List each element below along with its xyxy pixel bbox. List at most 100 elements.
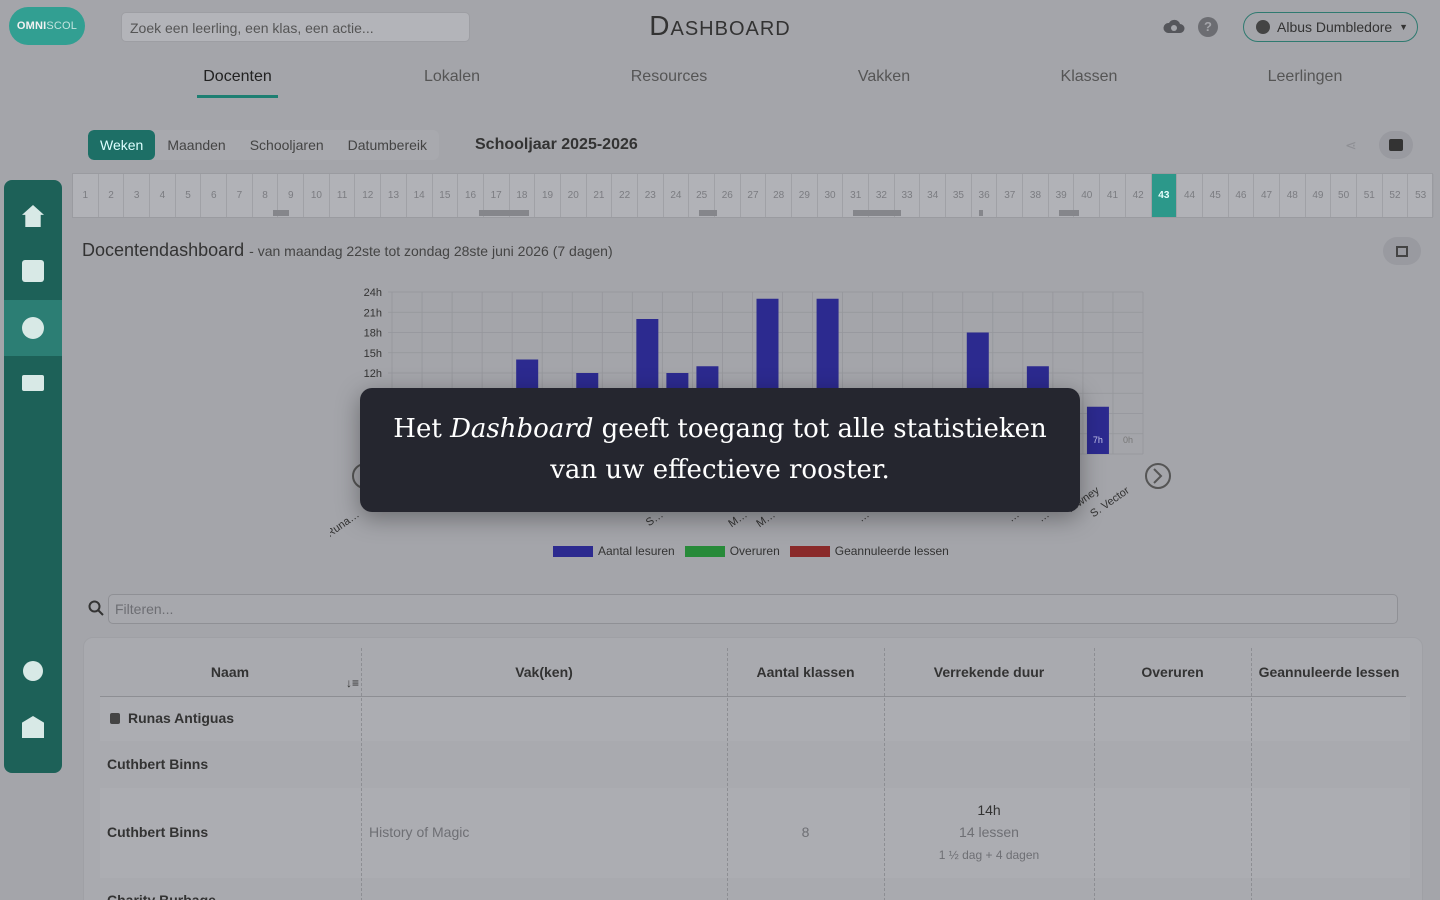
top-bar: OMNI SCOL Zoek een leerling, een klas, ee… <box>0 0 1440 56</box>
monitor-plus-icon <box>22 375 44 391</box>
week-22[interactable]: 22 <box>612 174 638 217</box>
week-23[interactable]: 23 <box>638 174 664 217</box>
col-header-verrekende-duur[interactable]: Verrekende duur <box>884 664 1094 680</box>
chart-bar <box>1086 406 1109 454</box>
week-28[interactable]: 28 <box>766 174 792 217</box>
week-6[interactable]: 6 <box>201 174 228 217</box>
col-header-aantal-klassen[interactable]: Aantal klassen <box>727 664 884 680</box>
week-38[interactable]: 38 <box>1023 174 1049 217</box>
tab-leerlingen[interactable]: Leerlingen <box>1260 62 1350 98</box>
y-tick-label: 18h <box>364 328 382 340</box>
legend-item-lesuren[interactable]: Aantal lesuren <box>553 544 675 558</box>
holiday-marker <box>479 210 529 216</box>
user-menu-button[interactable]: Albus Dumbledore ▼ <box>1243 12 1418 42</box>
col-header-overuren[interactable]: Overuren <box>1094 664 1251 680</box>
sidebar-item-settings[interactable] <box>4 643 62 699</box>
filter-input[interactable]: Filteren... <box>108 594 1398 624</box>
sidebar-item-screen[interactable] <box>4 355 62 411</box>
row-name-cell: Cuthbert Binns <box>107 756 209 772</box>
week-19[interactable]: 19 <box>535 174 561 217</box>
week-44[interactable]: 44 <box>1177 174 1203 217</box>
week-30[interactable]: 30 <box>818 174 844 217</box>
week-46[interactable]: 46 <box>1229 174 1255 217</box>
sidebar-item-calendar[interactable] <box>4 243 62 299</box>
tab-resources[interactable]: Resources <box>622 62 716 98</box>
week-21[interactable]: 21 <box>587 174 613 217</box>
week-2[interactable]: 2 <box>99 174 125 217</box>
week-29[interactable]: 29 <box>792 174 818 217</box>
week-42[interactable]: 42 <box>1126 174 1152 217</box>
week-12[interactable]: 12 <box>355 174 382 217</box>
week-14[interactable]: 14 <box>407 174 433 217</box>
bar-data-label: 7h <box>1093 435 1103 445</box>
week-34[interactable]: 34 <box>920 174 947 217</box>
week-52[interactable]: 52 <box>1383 174 1409 217</box>
table-view-button[interactable] <box>1383 237 1421 265</box>
institution-icon <box>22 716 44 738</box>
week-11[interactable]: 11 <box>330 174 356 217</box>
tab-docenten[interactable]: Docenten <box>197 62 278 98</box>
col-header-geannuleerde-lessen[interactable]: Geannuleerde lessen <box>1251 664 1407 680</box>
legend-item-geannuleerd[interactable]: Geannuleerde lessen <box>789 544 949 558</box>
week-53[interactable]: 53 <box>1408 174 1434 217</box>
week-20[interactable]: 20 <box>561 174 587 217</box>
teachers-table: Naam ↓≡ Vak(ken) Aantal klassen Verreken… <box>83 637 1423 900</box>
sidebar-item-dashboard[interactable] <box>4 300 62 356</box>
print-button[interactable] <box>1379 131 1413 159</box>
sort-icon[interactable]: ↓≡ <box>346 676 359 690</box>
category-tabs: Docenten Lokalen Resources Vakken Klasse… <box>0 62 1440 102</box>
share-icon[interactable]: ⋖ <box>1345 137 1361 153</box>
sidebar-item-institution[interactable] <box>4 699 62 755</box>
week-41[interactable]: 41 <box>1100 174 1126 217</box>
week-47[interactable]: 47 <box>1254 174 1280 217</box>
week-7[interactable]: 7 <box>227 174 253 217</box>
week-4[interactable]: 4 <box>150 174 176 217</box>
week-5[interactable]: 5 <box>176 174 202 217</box>
period-schoolyears-button[interactable]: Schooljaren <box>238 130 336 160</box>
row-name-cell: Cuthbert Binns <box>107 824 209 840</box>
y-tick-label: 24h <box>364 287 382 299</box>
chart-next-arrow <box>1145 463 1171 489</box>
onboarding-tooltip[interactable]: Het Dashboard geeft toegang tot alle sta… <box>360 388 1080 512</box>
row-duration-detail: 1 ½ dag + 4 dagen <box>938 848 1040 862</box>
week-10[interactable]: 10 <box>304 174 330 217</box>
sidebar-item-home[interactable] <box>4 188 62 244</box>
tab-vakken[interactable]: Vakken <box>850 62 918 98</box>
week-24[interactable]: 24 <box>664 174 690 217</box>
tab-lokalen[interactable]: Lokalen <box>413 62 491 98</box>
y-tick-label: 21h <box>364 307 382 319</box>
legend-item-overuren[interactable]: Overuren <box>684 544 780 558</box>
holiday-marker <box>1059 210 1079 216</box>
schoolyear-label[interactable]: Schooljaar 2025-2026 <box>475 136 638 154</box>
week-15[interactable]: 15 <box>433 174 459 217</box>
week-48[interactable]: 48 <box>1280 174 1306 217</box>
cloud-settings-icon[interactable] <box>1162 15 1186 37</box>
section-title: Docentendashboard - van maandag 22ste to… <box>82 240 613 261</box>
week-45[interactable]: 45 <box>1203 174 1229 217</box>
chevron-right-icon <box>1153 468 1163 484</box>
period-daterange-button[interactable]: Datumbereik <box>336 130 439 160</box>
period-weeks-button[interactable]: Weken <box>88 130 156 160</box>
week-27[interactable]: 27 <box>741 174 767 217</box>
help-icon[interactable]: ? <box>1198 17 1218 37</box>
week-37[interactable]: 37 <box>997 174 1024 217</box>
week-3[interactable]: 3 <box>124 174 151 217</box>
col-header-vakken[interactable]: Vak(ken) <box>361 664 727 680</box>
tab-klassen[interactable]: Klassen <box>1052 62 1126 98</box>
table-row[interactable] <box>100 697 1410 741</box>
week-26[interactable]: 26 <box>715 174 741 217</box>
week-1[interactable]: 1 <box>73 174 99 217</box>
period-months-button[interactable]: Maanden <box>155 130 237 160</box>
col-header-naam[interactable]: Naam <box>100 664 360 680</box>
home-icon <box>22 205 44 227</box>
week-49[interactable]: 49 <box>1306 174 1332 217</box>
week-36[interactable]: 36 <box>972 174 998 217</box>
calendar-icon <box>22 260 44 282</box>
row-duration-lessons: 14 lessen <box>959 824 1019 840</box>
week-50[interactable]: 50 <box>1331 174 1357 217</box>
week-35[interactable]: 35 <box>946 174 972 217</box>
week-13[interactable]: 13 <box>381 174 407 217</box>
week-51[interactable]: 51 <box>1357 174 1383 217</box>
week-43[interactable]: 43 <box>1151 174 1178 217</box>
page-title: Dashboard <box>649 10 791 41</box>
